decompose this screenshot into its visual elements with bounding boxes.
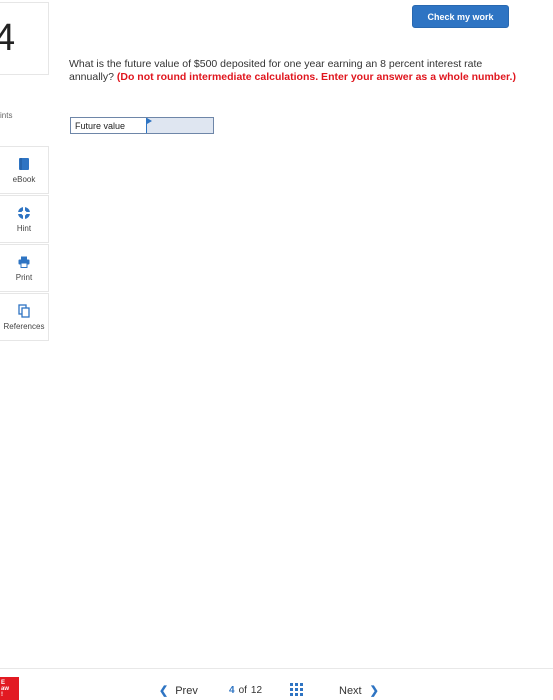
references-label: References bbox=[3, 321, 45, 331]
question-instruction: (Do not round intermediate calculations.… bbox=[116, 71, 516, 83]
next-label: Next bbox=[339, 684, 362, 697]
chevron-left-icon: ❮ bbox=[159, 685, 169, 697]
points-label: ints bbox=[0, 111, 13, 120]
brand-logo: E aw ! bbox=[0, 677, 19, 700]
brand-text: E aw ! bbox=[1, 680, 10, 698]
current-page: 4 bbox=[229, 685, 235, 696]
printer-icon bbox=[18, 256, 30, 268]
print-label: Print bbox=[15, 272, 33, 282]
of-label: of bbox=[238, 685, 247, 696]
prev-button[interactable]: ❮ Prev bbox=[159, 684, 198, 698]
check-my-work-button[interactable]: Check my work bbox=[412, 5, 509, 28]
grid-icon[interactable] bbox=[290, 683, 303, 696]
hint-label: Hint bbox=[16, 223, 32, 233]
prev-label: Prev bbox=[175, 684, 198, 697]
chevron-right-icon: ❯ bbox=[369, 685, 379, 697]
question-text: What is the future value of $500 deposit… bbox=[69, 58, 517, 84]
side-tools: eBook Hint Print References bbox=[0, 146, 49, 342]
print-button[interactable]: Print bbox=[0, 244, 49, 292]
references-button[interactable]: References bbox=[0, 293, 49, 341]
future-value-input[interactable] bbox=[147, 118, 213, 133]
page-indicator: 4 of 12 bbox=[229, 685, 262, 696]
question-number-box: 4 bbox=[0, 2, 49, 75]
answer-label: Future value bbox=[71, 118, 147, 133]
total-pages: 12 bbox=[250, 685, 263, 696]
ebook-button[interactable]: eBook bbox=[0, 146, 49, 194]
documents-icon bbox=[18, 303, 30, 318]
hint-button[interactable]: Hint bbox=[0, 195, 49, 243]
input-flag-icon bbox=[147, 118, 152, 124]
ebook-label: eBook bbox=[12, 174, 36, 184]
next-button[interactable]: Next ❯ bbox=[339, 684, 379, 698]
question-number: 4 bbox=[0, 17, 16, 59]
book-icon bbox=[19, 157, 29, 170]
footer-nav: E aw ! ❮ Prev 4 of 12 Next ❯ bbox=[0, 668, 553, 700]
lifebuoy-icon bbox=[18, 206, 30, 219]
answer-row: Future value bbox=[70, 117, 214, 134]
